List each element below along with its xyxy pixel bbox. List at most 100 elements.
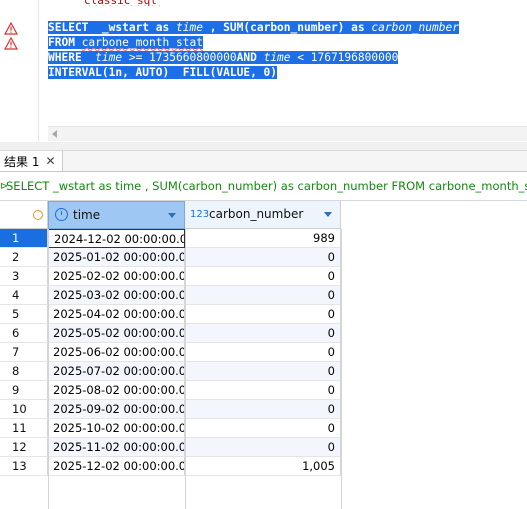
code-token: WHERE — [48, 51, 96, 64]
row-options-icon[interactable] — [33, 210, 43, 220]
grid-column-divider — [185, 229, 186, 509]
sort-arrow-icon[interactable] — [324, 212, 332, 217]
cell-carbon-number[interactable]: 0 — [185, 248, 341, 267]
row-number[interactable]: 7 — [0, 343, 48, 362]
code-line[interactable]: FROM carbone_month_stat — [48, 35, 488, 50]
editor-gutter — [0, 0, 22, 142]
cell-time[interactable]: 2025-06-02 00:00:00.000 — [48, 343, 185, 362]
column-header-time[interactable]: time — [48, 201, 185, 229]
column-header-label: carbon_number — [209, 207, 304, 221]
row-number[interactable]: 8 — [0, 362, 48, 381]
row-number-header[interactable] — [0, 201, 48, 229]
cell-time[interactable]: 2025-05-02 00:00:00.000 — [48, 324, 185, 343]
row-number[interactable]: 10 — [0, 400, 48, 419]
table-row[interactable]: 122025-11-02 00:00:00.0000 — [0, 438, 341, 457]
editor-gutter-divider — [38, 0, 39, 142]
code-token: carbon_number — [371, 21, 459, 34]
row-number[interactable]: 1 — [0, 229, 48, 248]
table-row[interactable]: 72025-06-02 00:00:00.0000 — [0, 343, 341, 362]
row-number[interactable]: 11 — [0, 419, 48, 438]
tab-result-1[interactable]: 结果 1 ✕ — [0, 151, 63, 171]
row-number[interactable]: 12 — [0, 438, 48, 457]
cell-carbon-number[interactable]: 0 — [185, 438, 341, 457]
code-token: as — [155, 21, 170, 34]
column-header-label: time — [73, 208, 101, 222]
result-grid[interactable]: time 123 carbon_number 1 2024-12-02 00:00… — [0, 201, 527, 509]
table-row[interactable]: 62025-05-02 00:00:00.0000 — [0, 324, 341, 343]
table-row[interactable]: 132025-12-02 00:00:00.0001,005 — [0, 457, 341, 476]
scroll-left-icon[interactable] — [52, 130, 57, 138]
code-line[interactable]: WHERE time >= 1735660800000AND time < 17… — [48, 50, 488, 65]
editor-horizontal-scrollbar[interactable] — [48, 126, 527, 141]
sql-editor[interactable]: classic_sql_text SELECT _wstart as time … — [0, 0, 527, 142]
code-token: time — [176, 21, 203, 34]
executed-query-text: SELECT _wstart as time , SUM(carbon_numb… — [6, 179, 527, 193]
row-number[interactable]: 2 — [0, 248, 48, 267]
row-number[interactable]: 9 — [0, 381, 48, 400]
cell-time[interactable]: 2025-07-02 00:00:00.000 — [48, 362, 185, 381]
code-line[interactable]: SELECT _wstart as time , SUM(carbon_numb… — [48, 20, 488, 35]
cell-carbon-number[interactable]: 0 — [185, 267, 341, 286]
code-token: carbone_month_stat — [81, 36, 203, 49]
cell-carbon-number[interactable]: 0 — [185, 324, 341, 343]
code-token: < 1767196800000 — [290, 51, 399, 64]
cell-time[interactable]: 2025-02-02 00:00:00.000 — [48, 267, 185, 286]
table-row[interactable]: 32025-02-02 00:00:00.0000 — [0, 267, 341, 286]
code-token: , SUM(carbon_number) — [202, 21, 352, 34]
cell-carbon-number[interactable]: 0 — [185, 400, 341, 419]
cell-carbon-number[interactable]: 0 — [185, 419, 341, 438]
cell-time[interactable]: 2025-11-02 00:00:00.000 — [48, 438, 185, 457]
table-row[interactable]: 92025-08-02 00:00:00.0000 — [0, 381, 341, 400]
cell-carbon-number[interactable]: 0 — [185, 381, 341, 400]
row-number[interactable]: 6 — [0, 324, 48, 343]
column-header-carbon-number[interactable]: 123 carbon_number — [185, 201, 341, 229]
row-number[interactable]: 5 — [0, 305, 48, 324]
executed-query-bar: ⊳ SELECT _wstart as time , SUM(carbon_nu… — [0, 172, 527, 201]
close-icon[interactable]: ✕ — [45, 154, 55, 168]
cell-time[interactable]: 2025-09-02 00:00:00.000 — [48, 400, 185, 419]
panel-splitter[interactable] — [0, 142, 527, 151]
table-row[interactable]: 22025-01-02 00:00:00.0000 — [0, 248, 341, 267]
sql-code[interactable]: SELECT _wstart as time , SUM(carbon_numb… — [48, 20, 488, 80]
code-token: time — [263, 51, 291, 64]
cell-carbon-number[interactable]: 0 — [185, 305, 341, 324]
code-line[interactable]: INTERVAL(1n, AUTO) FILL(VALUE, 0) — [48, 65, 488, 80]
clock-icon — [55, 208, 68, 221]
cell-time[interactable]: 2025-08-02 00:00:00.000 — [48, 381, 185, 400]
table-row[interactable]: 82025-07-02 00:00:00.0000 — [0, 362, 341, 381]
results-tab-bar: 结果 1 ✕ — [0, 151, 527, 172]
numeric-icon: 123 — [190, 209, 210, 220]
grid-column-divider — [48, 229, 49, 509]
cell-carbon-number[interactable]: 1,005 — [185, 457, 341, 476]
row-number[interactable]: 4 — [0, 286, 48, 305]
table-row[interactable]: 12024-12-02 00:00:00.000989 — [0, 229, 341, 248]
cut-off-code-line: classic_sql_text — [84, 0, 164, 6]
cell-time[interactable]: 2024-12-02 00:00:00.000 — [48, 229, 185, 248]
cell-time[interactable]: 2025-01-02 00:00:00.000 — [48, 248, 185, 267]
cell-carbon-number[interactable]: 0 — [185, 343, 341, 362]
row-number[interactable]: 13 — [0, 457, 48, 476]
cell-time[interactable]: 2025-03-02 00:00:00.000 — [48, 286, 185, 305]
code-token: >= 1735660800000 — [122, 51, 237, 64]
code-token: as — [351, 21, 365, 34]
warning-icon — [4, 22, 18, 35]
table-row[interactable]: 52025-04-02 00:00:00.0000 — [0, 305, 341, 324]
code-token: AND — [236, 51, 264, 64]
sort-arrow-icon[interactable] — [168, 213, 176, 218]
cell-time[interactable]: 2025-04-02 00:00:00.000 — [48, 305, 185, 324]
table-row[interactable]: 102025-09-02 00:00:00.0000 — [0, 400, 341, 419]
table-row[interactable]: 42025-03-02 00:00:00.0000 — [0, 286, 341, 305]
selected-code: INTERVAL(1n, AUTO) FILL(VALUE, 0) — [48, 66, 278, 79]
cell-carbon-number[interactable]: 989 — [185, 229, 341, 248]
selected-code: FROM carbone_month_stat — [48, 36, 203, 49]
cell-carbon-number[interactable]: 0 — [185, 362, 341, 381]
selected-code: WHERE time >= 1735660800000AND time < 17… — [48, 51, 399, 64]
code-token: SELECT _wstart — [48, 21, 156, 34]
cell-time[interactable]: 2025-10-02 00:00:00.000 — [48, 419, 185, 438]
cell-carbon-number[interactable]: 0 — [185, 286, 341, 305]
code-token: FROM — [48, 36, 82, 49]
row-number[interactable]: 3 — [0, 267, 48, 286]
table-row[interactable]: 112025-10-02 00:00:00.0000 — [0, 419, 341, 438]
cell-time[interactable]: 2025-12-02 00:00:00.000 — [48, 457, 185, 476]
